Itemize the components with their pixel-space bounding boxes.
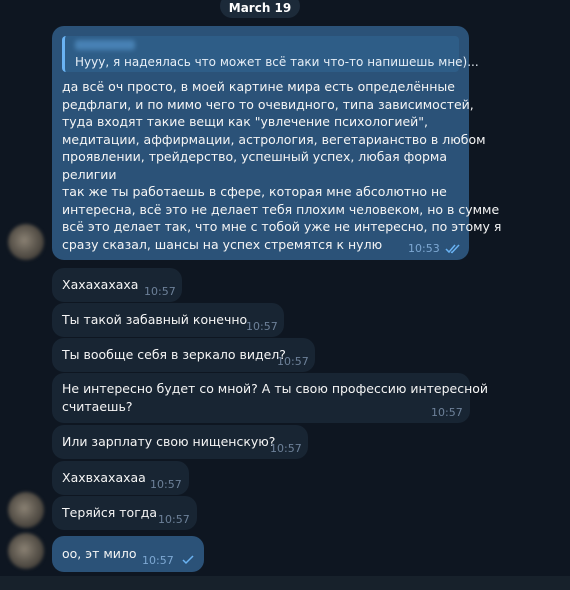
message-text: Ты вообще себя в зеркало видел? [62, 347, 286, 362]
message-bubble-incoming[interactable]: Хахахахаха 10:57 [52, 268, 182, 302]
message-text: Теряйся тогда [62, 505, 158, 520]
own-avatar[interactable] [8, 533, 44, 569]
message-text: Или зарплату свою нищенскую? [62, 434, 276, 449]
message-time: 10:57 [144, 285, 176, 298]
contact-avatar[interactable] [8, 492, 44, 528]
message-text: Ты такой забавный конечно [62, 312, 248, 327]
message-time: 10:57 [431, 406, 463, 419]
reply-preview-text: Нууу, я надеялась что может всё таки что… [75, 55, 479, 69]
message-text: Хахахахаха [62, 277, 139, 292]
message-bubble-incoming[interactable]: Теряйся тогда 10:57 [52, 496, 197, 530]
message-bubble-incoming[interactable]: Или зарплату свою нищенскую? 10:57 [52, 425, 308, 459]
message-bubble-incoming[interactable]: Не интересно будет со мной? А ты свою пр… [52, 373, 488, 423]
reply-preview[interactable]: Нууу, я надеялась что может всё таки что… [62, 36, 479, 72]
message-time: 10:57 [246, 320, 278, 333]
date-divider: March 19 [220, 0, 300, 18]
double-check-icon [445, 244, 460, 254]
message-bubble-outgoing[interactable]: оо, эт мило 10:57 [52, 536, 204, 572]
composer-bar-edge [0, 576, 570, 590]
reply-author-blurred [75, 40, 135, 50]
message-bubble-incoming[interactable]: Ты такой забавный конечно 10:57 [52, 303, 284, 337]
message-text: Не интересно будет со мной? А ты свою пр… [62, 381, 489, 414]
message-time: 10:57 [150, 478, 182, 491]
message-bubble-incoming[interactable]: Хахвхахахаа 10:57 [52, 461, 189, 495]
message-text: Хахвхахахаа [62, 470, 146, 485]
message-text: да всё оч просто, в моей картине мира ес… [62, 79, 502, 252]
message-time: 10:57 [158, 513, 190, 526]
contact-avatar[interactable] [8, 224, 44, 260]
message-bubble-incoming[interactable]: Ты вообще себя в зеркало видел? 10:57 [52, 338, 315, 372]
message-time: 10:53 [408, 242, 440, 255]
message-time: 10:57 [142, 554, 174, 567]
single-check-icon [182, 555, 194, 565]
message-time: 10:57 [277, 355, 309, 368]
message-text: оо, эт мило [62, 546, 137, 561]
message-bubble-outgoing[interactable]: Нууу, я надеялась что может всё таки что… [52, 26, 501, 260]
message-time: 10:57 [270, 442, 302, 455]
